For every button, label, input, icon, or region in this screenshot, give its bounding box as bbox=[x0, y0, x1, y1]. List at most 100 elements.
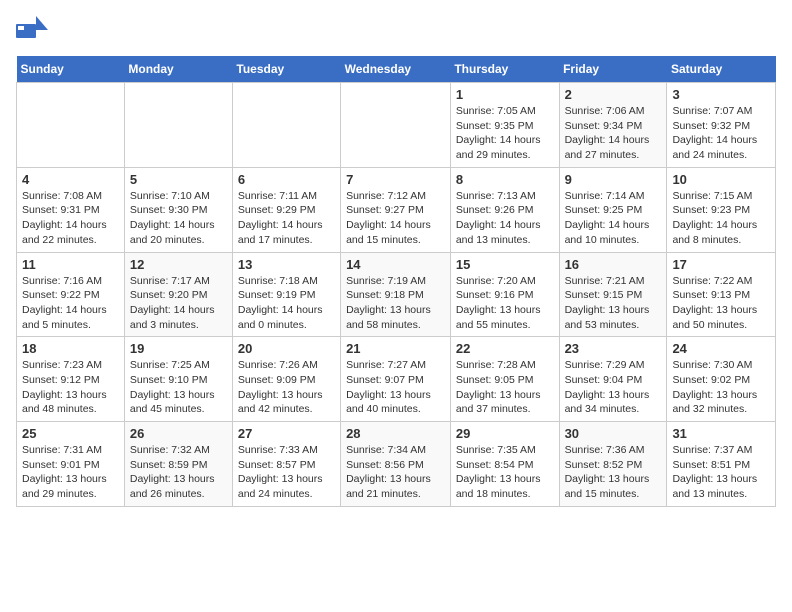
calendar-cell: 1 Sunrise: 7:05 AM Sunset: 9:35 PM Daylig… bbox=[450, 83, 559, 168]
day-number: 10 bbox=[672, 172, 770, 187]
calendar-cell: 18 Sunrise: 7:23 AM Sunset: 9:12 PM Dayli… bbox=[17, 337, 125, 422]
week-row-3: 11 Sunrise: 7:16 AM Sunset: 9:22 PM Dayli… bbox=[17, 252, 776, 337]
day-number: 23 bbox=[565, 341, 662, 356]
day-detail: Sunrise: 7:11 AM Sunset: 9:29 PM Dayligh… bbox=[238, 189, 335, 248]
day-detail: Sunrise: 7:22 AM Sunset: 9:13 PM Dayligh… bbox=[672, 274, 770, 333]
day-number: 14 bbox=[346, 257, 445, 272]
calendar-cell: 13Sunrise: 7:18 AM Sunset: 9:19 PM Dayli… bbox=[232, 252, 340, 337]
day-number: 21 bbox=[346, 341, 445, 356]
day-detail: Sunrise: 7:07 AM Sunset: 9:32 PM Dayligh… bbox=[672, 104, 770, 163]
day-detail: Sunrise: 7:26 AM Sunset: 9:09 PM Dayligh… bbox=[238, 358, 335, 417]
calendar-cell bbox=[124, 83, 232, 168]
header-thursday: Thursday bbox=[450, 56, 559, 83]
day-detail: Sunrise: 7:20 AM Sunset: 9:16 PM Dayligh… bbox=[456, 274, 554, 333]
day-number: 11 bbox=[22, 257, 119, 272]
header-sunday: Sunday bbox=[17, 56, 125, 83]
header-saturday: Saturday bbox=[667, 56, 776, 83]
day-number: 2 bbox=[565, 87, 662, 102]
days-header-row: SundayMondayTuesdayWednesdayThursdayFrid… bbox=[17, 56, 776, 83]
day-number: 9 bbox=[565, 172, 662, 187]
calendar-cell: 29 Sunrise: 7:35 AM Sunset: 8:54 PM Dayli… bbox=[450, 422, 559, 507]
calendar-cell: 26 Sunrise: 7:32 AM Sunset: 8:59 PM Dayli… bbox=[124, 422, 232, 507]
day-detail: Sunrise: 7:06 AM Sunset: 9:34 PM Dayligh… bbox=[565, 104, 662, 163]
calendar-cell: 12 Sunrise: 7:17 AM Sunset: 9:20 PM Dayli… bbox=[124, 252, 232, 337]
calendar-cell: 16Sunrise: 7:21 AM Sunset: 9:15 PM Dayli… bbox=[559, 252, 667, 337]
day-number: 4 bbox=[22, 172, 119, 187]
day-number: 5 bbox=[130, 172, 227, 187]
day-detail: Sunrise: 7:17 AM Sunset: 9:20 PM Dayligh… bbox=[130, 274, 227, 333]
logo-icon bbox=[16, 16, 48, 44]
calendar-cell: 27 Sunrise: 7:33 AM Sunset: 8:57 PM Dayli… bbox=[232, 422, 340, 507]
calendar-cell: 28 Sunrise: 7:34 AM Sunset: 8:56 PM Dayli… bbox=[341, 422, 451, 507]
day-detail: Sunrise: 7:34 AM Sunset: 8:56 PM Dayligh… bbox=[346, 443, 445, 502]
day-detail: Sunrise: 7:36 AM Sunset: 8:52 PM Dayligh… bbox=[565, 443, 662, 502]
day-detail: Sunrise: 7:32 AM Sunset: 8:59 PM Dayligh… bbox=[130, 443, 227, 502]
day-number: 25 bbox=[22, 426, 119, 441]
day-number: 1 bbox=[456, 87, 554, 102]
day-detail: Sunrise: 7:23 AM Sunset: 9:12 PM Dayligh… bbox=[22, 358, 119, 417]
day-detail: Sunrise: 7:15 AM Sunset: 9:23 PM Dayligh… bbox=[672, 189, 770, 248]
calendar-cell: 9 Sunrise: 7:14 AM Sunset: 9:25 PM Daylig… bbox=[559, 167, 667, 252]
day-detail: Sunrise: 7:05 AM Sunset: 9:35 PM Dayligh… bbox=[456, 104, 554, 163]
calendar-cell: 2 Sunrise: 7:06 AM Sunset: 9:34 PM Daylig… bbox=[559, 83, 667, 168]
day-number: 15 bbox=[456, 257, 554, 272]
calendar-cell: 7Sunrise: 7:12 AM Sunset: 9:27 PM Daylig… bbox=[341, 167, 451, 252]
calendar-cell: 22Sunrise: 7:28 AM Sunset: 9:05 PM Dayli… bbox=[450, 337, 559, 422]
day-detail: Sunrise: 7:35 AM Sunset: 8:54 PM Dayligh… bbox=[456, 443, 554, 502]
logo[interactable] bbox=[16, 16, 52, 44]
calendar-cell bbox=[232, 83, 340, 168]
header-monday: Monday bbox=[124, 56, 232, 83]
day-number: 6 bbox=[238, 172, 335, 187]
calendar-cell: 24Sunrise: 7:30 AM Sunset: 9:02 PM Dayli… bbox=[667, 337, 776, 422]
day-detail: Sunrise: 7:13 AM Sunset: 9:26 PM Dayligh… bbox=[456, 189, 554, 248]
day-detail: Sunrise: 7:31 AM Sunset: 9:01 PM Dayligh… bbox=[22, 443, 119, 502]
day-number: 8 bbox=[456, 172, 554, 187]
day-number: 28 bbox=[346, 426, 445, 441]
calendar-cell: 14Sunrise: 7:19 AM Sunset: 9:18 PM Dayli… bbox=[341, 252, 451, 337]
day-number: 24 bbox=[672, 341, 770, 356]
day-number: 27 bbox=[238, 426, 335, 441]
day-number: 30 bbox=[565, 426, 662, 441]
calendar-cell: 4 Sunrise: 7:08 AM Sunset: 9:31 PM Daylig… bbox=[17, 167, 125, 252]
day-number: 19 bbox=[130, 341, 227, 356]
day-detail: Sunrise: 7:08 AM Sunset: 9:31 PM Dayligh… bbox=[22, 189, 119, 248]
week-row-2: 4 Sunrise: 7:08 AM Sunset: 9:31 PM Daylig… bbox=[17, 167, 776, 252]
day-detail: Sunrise: 7:33 AM Sunset: 8:57 PM Dayligh… bbox=[238, 443, 335, 502]
day-detail: Sunrise: 7:25 AM Sunset: 9:10 PM Dayligh… bbox=[130, 358, 227, 417]
calendar-cell: 6 Sunrise: 7:11 AM Sunset: 9:29 PM Daylig… bbox=[232, 167, 340, 252]
calendar-cell: 30 Sunrise: 7:36 AM Sunset: 8:52 PM Dayli… bbox=[559, 422, 667, 507]
calendar-header: SundayMondayTuesdayWednesdayThursdayFrid… bbox=[17, 56, 776, 83]
calendar-body: 1 Sunrise: 7:05 AM Sunset: 9:35 PM Daylig… bbox=[17, 83, 776, 507]
day-number: 26 bbox=[130, 426, 227, 441]
header-wednesday: Wednesday bbox=[341, 56, 451, 83]
calendar-cell: 10 Sunrise: 7:15 AM Sunset: 9:23 PM Dayli… bbox=[667, 167, 776, 252]
calendar-cell: 3 Sunrise: 7:07 AM Sunset: 9:32 PM Daylig… bbox=[667, 83, 776, 168]
calendar-cell: 5Sunrise: 7:10 AM Sunset: 9:30 PM Daylig… bbox=[124, 167, 232, 252]
day-detail: Sunrise: 7:28 AM Sunset: 9:05 PM Dayligh… bbox=[456, 358, 554, 417]
day-number: 16 bbox=[565, 257, 662, 272]
day-detail: Sunrise: 7:29 AM Sunset: 9:04 PM Dayligh… bbox=[565, 358, 662, 417]
day-number: 18 bbox=[22, 341, 119, 356]
week-row-1: 1 Sunrise: 7:05 AM Sunset: 9:35 PM Daylig… bbox=[17, 83, 776, 168]
day-number: 12 bbox=[130, 257, 227, 272]
day-number: 3 bbox=[672, 87, 770, 102]
day-detail: Sunrise: 7:18 AM Sunset: 9:19 PM Dayligh… bbox=[238, 274, 335, 333]
calendar-cell: 23 Sunrise: 7:29 AM Sunset: 9:04 PM Dayli… bbox=[559, 337, 667, 422]
calendar-cell bbox=[17, 83, 125, 168]
day-detail: Sunrise: 7:16 AM Sunset: 9:22 PM Dayligh… bbox=[22, 274, 119, 333]
day-number: 20 bbox=[238, 341, 335, 356]
header-tuesday: Tuesday bbox=[232, 56, 340, 83]
day-detail: Sunrise: 7:12 AM Sunset: 9:27 PM Dayligh… bbox=[346, 189, 445, 248]
day-number: 29 bbox=[456, 426, 554, 441]
header-friday: Friday bbox=[559, 56, 667, 83]
calendar-cell: 17Sunrise: 7:22 AM Sunset: 9:13 PM Dayli… bbox=[667, 252, 776, 337]
day-detail: Sunrise: 7:14 AM Sunset: 9:25 PM Dayligh… bbox=[565, 189, 662, 248]
calendar-cell: 20 Sunrise: 7:26 AM Sunset: 9:09 PM Dayli… bbox=[232, 337, 340, 422]
calendar-cell: 15 Sunrise: 7:20 AM Sunset: 9:16 PM Dayli… bbox=[450, 252, 559, 337]
calendar-cell: 25 Sunrise: 7:31 AM Sunset: 9:01 PM Dayli… bbox=[17, 422, 125, 507]
day-detail: Sunrise: 7:27 AM Sunset: 9:07 PM Dayligh… bbox=[346, 358, 445, 417]
day-detail: Sunrise: 7:37 AM Sunset: 8:51 PM Dayligh… bbox=[672, 443, 770, 502]
calendar-cell: 31Sunrise: 7:37 AM Sunset: 8:51 PM Dayli… bbox=[667, 422, 776, 507]
calendar-cell: 8 Sunrise: 7:13 AM Sunset: 9:26 PM Daylig… bbox=[450, 167, 559, 252]
calendar-table: SundayMondayTuesdayWednesdayThursdayFrid… bbox=[16, 56, 776, 507]
